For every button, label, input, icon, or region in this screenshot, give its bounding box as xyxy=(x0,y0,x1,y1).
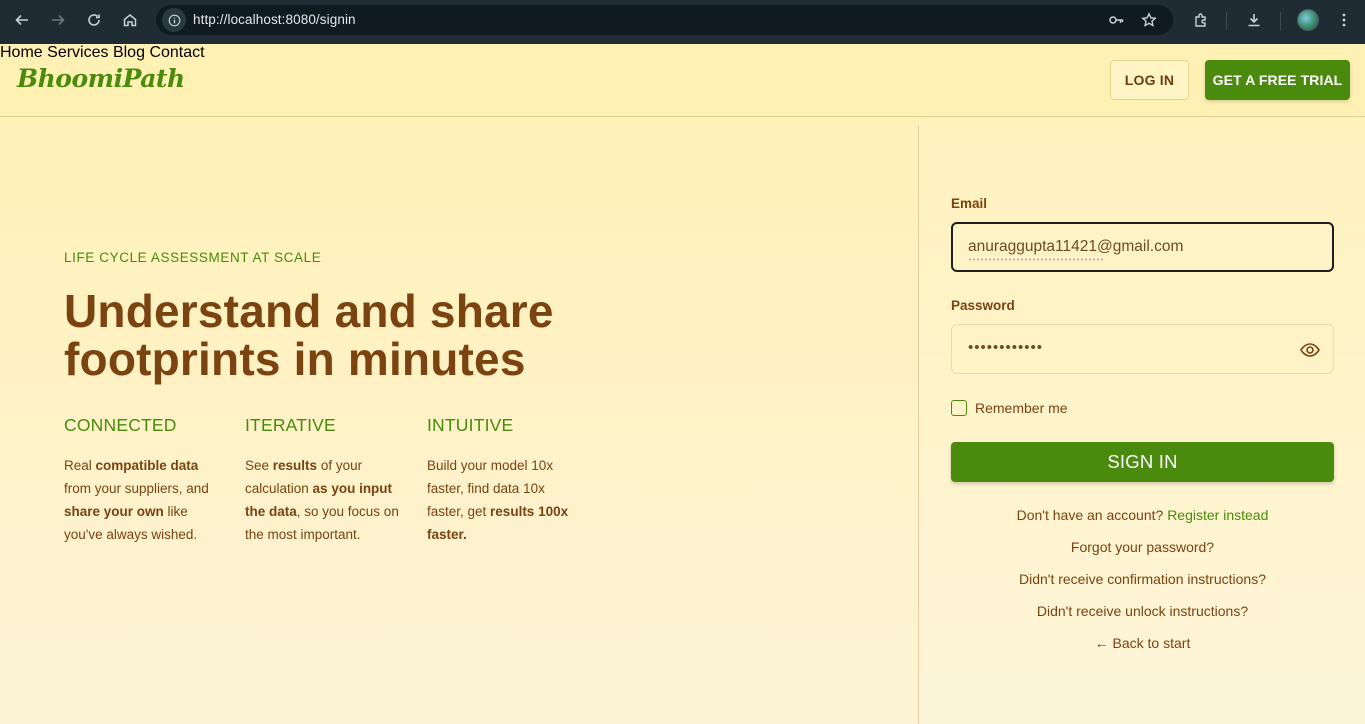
spellcheck-underline xyxy=(968,258,1105,261)
forward-button[interactable] xyxy=(42,6,74,34)
no-account-text: Don't have an account? xyxy=(1016,507,1164,523)
feature-text: See xyxy=(245,458,273,473)
hero-section: LIFE CYCLE ASSESSMENT AT SCALE Understan… xyxy=(0,117,918,724)
profile-avatar[interactable] xyxy=(1297,9,1319,31)
home-icon xyxy=(123,14,137,27)
key-icon[interactable] xyxy=(1108,12,1124,28)
feature-title: CONNECTED xyxy=(64,415,177,435)
feature-description: Build your model 10x faster, find data 1… xyxy=(427,454,577,546)
feature-highlight: results xyxy=(272,458,318,473)
register-link[interactable]: Register instead xyxy=(1167,507,1268,523)
downloads-button[interactable] xyxy=(1238,6,1270,34)
browser-toolbar: http://localhost:8080/signin xyxy=(0,0,1365,44)
confirmation-link[interactable]: Didn't receive confirmation instructions… xyxy=(951,571,1334,587)
toolbar-divider xyxy=(1280,12,1281,30)
site-header: BhoomiPath Home Services Blog Contact LO… xyxy=(0,44,1365,117)
forgot-password-link[interactable]: Forgot your password? xyxy=(951,539,1334,555)
remember-checkbox[interactable] xyxy=(951,400,967,416)
feature-connected: CONNECTED Real compatible data from your… xyxy=(64,415,224,546)
signin-form: Email anuraggupta11421@gmail.com Passwor… xyxy=(919,117,1365,724)
remember-me[interactable]: Remember me xyxy=(951,400,1068,416)
remember-label[interactable]: Remember me xyxy=(975,400,1068,416)
bookmark-star-icon[interactable] xyxy=(1141,12,1157,28)
reload-icon xyxy=(88,14,100,26)
download-icon xyxy=(1248,14,1260,27)
register-prompt: Don't have an account? Register instead xyxy=(951,507,1334,523)
feature-text: from your suppliers, and xyxy=(64,481,209,496)
hero-headline: Understand and share footprints in minut… xyxy=(64,287,664,383)
toolbar-divider xyxy=(1226,12,1227,30)
headline-line: Understand and share xyxy=(64,285,554,337)
reload-button[interactable] xyxy=(78,6,110,34)
puzzle-icon xyxy=(1195,13,1206,27)
feature-highlight: compatible data xyxy=(95,458,199,473)
url-text[interactable]: http://localhost:8080/signin xyxy=(193,12,356,27)
nav-link-contact[interactable]: Contact xyxy=(149,44,204,61)
home-button[interactable] xyxy=(114,6,146,34)
feature-description: See results of your calculation as you i… xyxy=(245,454,405,546)
back-button[interactable] xyxy=(6,6,38,34)
arrow-right-icon xyxy=(52,14,65,26)
feature-text: Real xyxy=(64,458,96,473)
arrow-left-icon xyxy=(15,14,28,26)
address-bar[interactable]: http://localhost:8080/signin xyxy=(156,5,1173,35)
email-field[interactable]: anuraggupta11421@gmail.com xyxy=(951,222,1334,272)
hero-eyebrow: LIFE CYCLE ASSESSMENT AT SCALE xyxy=(64,250,322,265)
feature-highlight: share your own xyxy=(64,504,164,519)
site-logo[interactable]: BhoomiPath xyxy=(17,64,185,93)
password-value[interactable]: •••••••••••• xyxy=(968,339,1043,356)
more-vertical-icon xyxy=(1342,13,1346,27)
site-info-icon[interactable] xyxy=(162,8,186,32)
login-button[interactable]: LOG IN xyxy=(1110,60,1189,100)
headline-line: footprints in minutes xyxy=(64,333,526,385)
nav-link-home[interactable]: Home xyxy=(0,44,43,61)
free-trial-button[interactable]: GET A FREE TRIAL xyxy=(1205,60,1350,100)
password-field[interactable]: •••••••••••• xyxy=(951,324,1334,374)
email-value[interactable]: anuraggupta11421@gmail.com xyxy=(968,238,1183,256)
feature-iterative: ITERATIVE See results of your calculatio… xyxy=(245,415,405,546)
password-label: Password xyxy=(951,298,1015,313)
menu-button[interactable] xyxy=(1328,6,1360,34)
back-to-start-link[interactable]: ← Back to start xyxy=(951,635,1334,651)
email-label: Email xyxy=(951,196,988,211)
signin-button[interactable]: SIGN IN xyxy=(951,442,1334,482)
nav-link-services[interactable]: Services xyxy=(47,44,108,61)
feature-title: ITERATIVE xyxy=(245,415,336,435)
eye-icon[interactable] xyxy=(1299,339,1321,361)
feature-description: Real compatible data from your suppliers… xyxy=(64,454,224,546)
nav-link-blog[interactable]: Blog xyxy=(113,44,145,61)
feature-intuitive: INTUITIVE Build your model 10x faster, f… xyxy=(427,415,577,546)
feature-title: INTUITIVE xyxy=(427,415,514,435)
unlock-link[interactable]: Didn't receive unlock instructions? xyxy=(951,603,1334,619)
extensions-button[interactable] xyxy=(1185,6,1217,34)
